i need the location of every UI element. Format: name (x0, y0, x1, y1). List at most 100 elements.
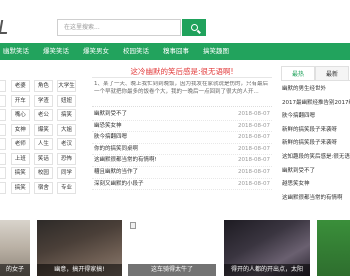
site-logo[interactable] (0, 12, 20, 38)
ranking-item[interactable]: 越思笑女神 (281, 178, 350, 192)
article-date: 2018-08-07 (238, 168, 270, 175)
gallery-thumbnail[interactable]: 的女子 (0, 220, 30, 276)
article-row[interactable]: 幽默到受不了 2018-08-07 (92, 109, 272, 121)
tag-link[interactable]: 大姐 (56, 123, 76, 136)
tag-link[interactable]: 宿舍 (33, 181, 53, 194)
article-date: 2018-08-07 (238, 157, 270, 164)
article-row[interactable]: 你的的搞笑同桌啊 2018-08-07 (92, 144, 272, 156)
tag-link[interactable]: 笑话 (33, 152, 53, 165)
tag-link[interactable]: 搞笑 (10, 167, 30, 179)
article-row[interactable]: 糟且幽默的当作了 2018-08-07 (92, 167, 272, 179)
article-title[interactable]: 深刻又幽默的小段子 (94, 179, 144, 191)
article-date: 2018-08-07 (238, 145, 270, 152)
ranking-item[interactable]: 新鲜的搞笑段子来袭呀 (281, 124, 350, 138)
article-row[interactable]: 这幽默很都当常的有情啊! 2018-08-07 (92, 155, 272, 167)
nav-item-humor[interactable]: 幽默笑话 (0, 43, 36, 60)
tag-link[interactable]: 老婆 (10, 80, 30, 92)
tag-link[interactable] (0, 94, 6, 107)
image-gallery: 的女子 幽意，搞开得家搞! 这车骑得太牛了 得开的人都的开出点，太阳 (0, 220, 350, 280)
tag-row: 嘴心 老公 搞笑 (0, 109, 80, 121)
tab-hottest[interactable]: 最热 (281, 66, 315, 80)
article-row[interactable]: 肤今搞翻四嗯 2018-08-07 (92, 132, 272, 144)
ranking-list: 幽默的男生经世外 2017最幽默经推告别2017绝 肤今搞翻四嗯 新鲜的搞笑段子… (281, 81, 350, 205)
tag-link[interactable] (0, 152, 6, 165)
article-row[interactable]: 深刻又幽默的小段子 2018-08-07 (92, 179, 272, 191)
featured-article-excerpt: 1、某了一天、晚上我忙到到晚饭，因为我发在家就说是伤的，只有最后一个早就把你最多… (92, 81, 272, 107)
tag-row: 开车 学渣 妞妞 (0, 94, 80, 107)
logo-mark-icon (0, 20, 10, 34)
gallery-thumbnail[interactable]: 这车骑得太牛了 (128, 220, 216, 276)
article-title[interactable]: 幽恐笑女神 (94, 121, 122, 133)
article-date: 2018-08-07 (238, 180, 270, 187)
thumbnail-caption: 的女子 (0, 264, 30, 276)
ranking-tabs: 最热 最新 (281, 66, 350, 81)
tag-link[interactable]: 开车 (10, 94, 30, 107)
gallery-thumbnail[interactable] (317, 220, 350, 276)
article-title[interactable]: 这幽默很都当常的有情啊! (94, 155, 157, 167)
tag-row: 老师 人生 老汉 (0, 138, 80, 150)
tag-link[interactable]: 搞笑 (56, 109, 76, 121)
article-title[interactable]: 你的的搞笑同桌啊 (94, 144, 138, 156)
tag-link[interactable]: 恐怖 (56, 152, 76, 165)
ranking-panel: 最热 最新 幽默的男生经世外 2017最幽默经推告别2017绝 肤今搞翻四嗯 新… (281, 66, 350, 205)
tag-link[interactable]: 角色 (33, 80, 53, 92)
tag-row: 上班 笑话 恐怖 (0, 152, 80, 165)
ranking-item[interactable]: 2017最幽默经推告别2017绝 (281, 97, 350, 111)
article-date: 2018-08-07 (238, 111, 270, 117)
tag-link[interactable]: 妞妞 (56, 94, 76, 107)
article-title[interactable]: 幽默到受不了 (94, 109, 127, 121)
tag-link[interactable]: 学渣 (33, 94, 53, 107)
article-date: 2018-08-07 (238, 134, 270, 141)
tag-link[interactable]: 嘴心 (10, 109, 30, 121)
tag-link[interactable]: 老公 (33, 109, 53, 121)
tab-newest[interactable]: 最新 (315, 66, 349, 80)
tag-link[interactable]: 专业 (56, 181, 76, 194)
tag-link[interactable] (0, 80, 6, 92)
ranking-item[interactable]: 幽默到受不了 (281, 165, 350, 179)
search-icon (190, 24, 198, 31)
ranking-item[interactable]: 幽默的男生经世外 (281, 83, 350, 97)
tag-link[interactable] (0, 123, 6, 136)
tag-row: 搞笑 宿舍 专业 (0, 181, 80, 194)
tag-link[interactable]: 人生 (33, 138, 53, 150)
gallery-thumbnail[interactable]: 幽意，搞开得家搞! (37, 220, 122, 276)
nav-item-funny-pics[interactable]: 搞笑趣图 (196, 43, 236, 60)
tag-link[interactable]: 校园 (33, 167, 53, 179)
nav-item-funny-jokes[interactable]: 爆笑笑话 (36, 43, 76, 60)
main-nav: 幽默笑话 爆笑笑话 爆笑男女 校园笑话 糗事囧事 搞笑趣图 (0, 43, 350, 60)
article-date: 2018-08-07 (238, 122, 270, 129)
article-title[interactable]: 糟且幽默的当作了 (94, 167, 138, 179)
thumbnail-caption: 幽意，搞开得家搞! (37, 264, 122, 276)
nav-item-embarrassing[interactable]: 糗事囧事 (156, 43, 196, 60)
thumbnail-caption: 这车骑得太牛了 (128, 264, 216, 276)
tag-link[interactable]: 爆笑 (33, 123, 53, 136)
thumbnail-caption: 得开的人都的开出点，太阳 (224, 264, 310, 276)
tag-link[interactable] (0, 181, 6, 194)
tag-link[interactable]: 老汉 (56, 138, 76, 150)
ranking-item[interactable]: 肤今搞翻四嗯 (281, 110, 350, 124)
ranking-item[interactable]: 新鲜的搞笑段子来袭呀 (281, 137, 350, 151)
search-button[interactable] (182, 19, 206, 36)
tag-link[interactable]: 女神 (10, 123, 30, 136)
tag-row: 老婆 角色 大学生 (0, 80, 80, 92)
tag-link[interactable] (0, 167, 6, 179)
ranking-item[interactable]: 这幽默很都当常的有情啊 (281, 192, 350, 206)
tag-row: 女神 爆笑 大姐 (0, 123, 80, 136)
tag-link[interactable]: 大学生 (56, 80, 76, 92)
ranking-item[interactable]: 这知趣段的笑后感是:很无语 (281, 151, 350, 165)
tag-row: 搞笑 校园 同学 (0, 167, 80, 179)
tag-link[interactable] (0, 138, 6, 150)
tag-link[interactable]: 上班 (10, 152, 30, 165)
nav-item-men-women[interactable]: 爆笑男女 (76, 43, 116, 60)
tag-link[interactable]: 搞笑 (10, 181, 30, 194)
article-row[interactable]: 幽恐笑女神 2018-08-07 (92, 121, 272, 133)
tag-cloud: 老婆 角色 大学生 开车 学渣 妞妞 嘴心 老公 搞笑 女神 爆笑 大姐 老师 … (0, 80, 80, 196)
article-title[interactable]: 肤今搞翻四嗯 (94, 132, 127, 144)
featured-article-title[interactable]: 这冷幽默的笑后感是:很无语啊! (92, 66, 272, 78)
tag-link[interactable] (0, 109, 6, 121)
tag-link[interactable]: 老师 (10, 138, 30, 150)
tag-link[interactable]: 同学 (56, 167, 76, 179)
nav-item-campus[interactable]: 校园笑话 (116, 43, 156, 60)
gallery-thumbnail[interactable]: 得开的人都的开出点，太阳 (224, 220, 310, 276)
search-input[interactable]: 在这里搜索... (57, 19, 181, 36)
